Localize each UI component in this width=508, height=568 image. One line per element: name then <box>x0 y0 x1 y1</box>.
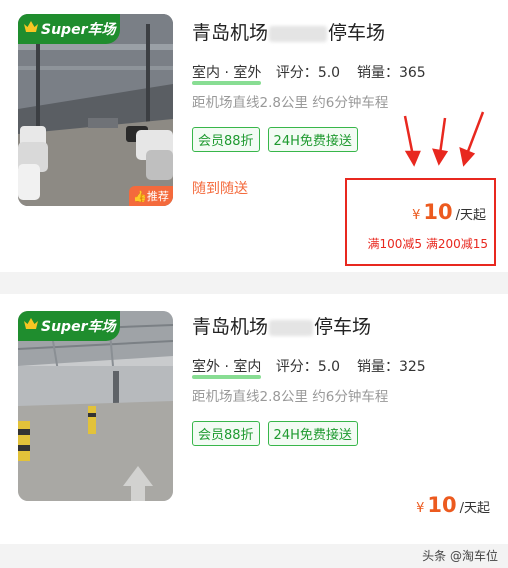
crown-icon <box>24 21 38 37</box>
rating-label: 评分： <box>275 65 318 81</box>
parking-listing-card[interactable]: Super车场 👍 推荐 青岛机场 停车场 室内 · 室外 评分：5.0 销量：36… <box>0 0 508 272</box>
discount-offers: 满100减5 满200减15 <box>367 237 488 251</box>
rating-label: 评分： <box>275 359 318 375</box>
service-tags: 会员88折 24H免费接送 <box>192 127 358 152</box>
price: ¥ 10 /天起 <box>416 493 490 517</box>
parking-type: 室内 · 室外 <box>192 62 262 85</box>
rating-value: 5.0 <box>317 359 341 375</box>
card-separator <box>0 272 508 294</box>
listing-meta: 室内 · 室外 评分：5.0 销量：365 <box>192 62 426 85</box>
price-amount: 10 <box>423 200 453 224</box>
parking-listing-card[interactable]: Super车场 青岛机场 停车场 室外 · 室内 评分：5.0 销量：325 距机… <box>0 294 508 544</box>
sales-value: 365 <box>398 65 426 81</box>
rating-value: 5.0 <box>317 65 341 81</box>
red-arrow-annotation-icon <box>403 111 485 167</box>
free-shuttle-tag: 24H免费接送 <box>267 421 358 446</box>
sales-label: 销量： <box>356 65 399 81</box>
thumbs-up-icon: 👍 <box>133 189 147 203</box>
listing-title[interactable]: 青岛机场 停车场 <box>192 18 385 45</box>
free-shuttle-tag: 24H免费接送 <box>267 127 358 152</box>
on-demand-service-text: 随到随送 <box>192 181 248 197</box>
super-parking-badge: Super车场 <box>18 311 120 341</box>
recommend-tag: 👍 推荐 <box>129 186 173 206</box>
price: ¥ 10 /天起 <box>412 200 486 224</box>
badge-label: Super车场 <box>41 22 116 38</box>
sales-value: 325 <box>398 359 426 375</box>
price-highlight-box: ¥ 10 /天起 满100减5 满200减15 <box>345 178 496 266</box>
distance-info: 距机场直线2.8公里 约6分钟车程 <box>192 389 389 405</box>
badge-label: Super车场 <box>41 319 116 335</box>
member-discount-tag: 会员88折 <box>192 127 260 152</box>
parking-type: 室外 · 室内 <box>192 356 262 379</box>
redacted-name <box>269 319 314 336</box>
service-tags: 会员88折 24H免费接送 <box>192 421 358 446</box>
distance-info: 距机场直线2.8公里 约6分钟车程 <box>192 95 389 111</box>
crown-icon <box>24 318 38 334</box>
price-unit: /天起 <box>459 501 490 516</box>
listing-title[interactable]: 青岛机场 停车场 <box>192 312 371 339</box>
sales-label: 销量： <box>356 359 399 375</box>
price-amount: 10 <box>427 493 457 517</box>
parking-lot-photo[interactable]: Super车场 👍 推荐 <box>18 14 173 206</box>
member-discount-tag: 会员88折 <box>192 421 260 446</box>
listing-meta: 室外 · 室内 评分：5.0 销量：325 <box>192 356 426 379</box>
watermark: 头条 @淘车位 <box>422 549 498 563</box>
super-parking-badge: Super车场 <box>18 14 120 44</box>
price-unit: /天起 <box>455 208 486 223</box>
redacted-name <box>269 25 328 42</box>
parking-lot-photo[interactable]: Super车场 <box>18 311 173 501</box>
